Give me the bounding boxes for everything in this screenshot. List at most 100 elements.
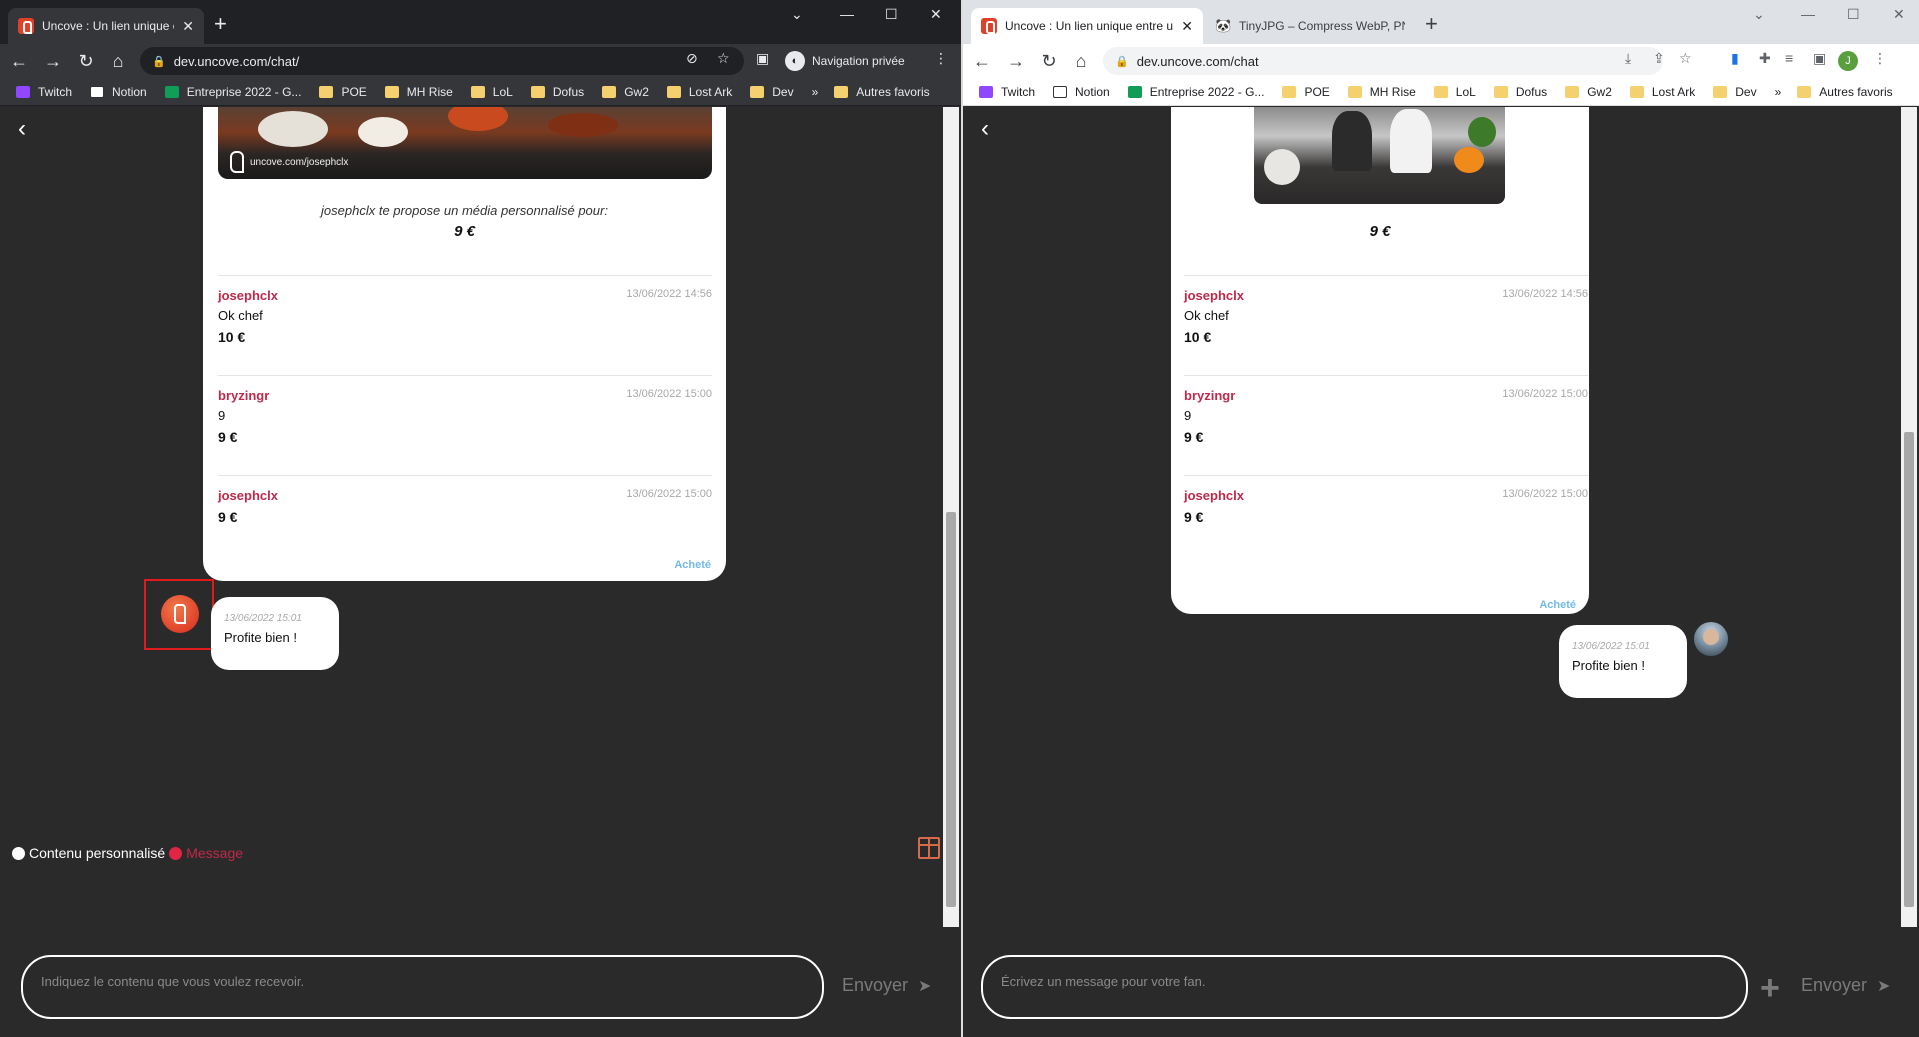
tab-uncove[interactable]: Uncove : Un lien unique entre un ✕ — [8, 8, 204, 44]
new-tab-button[interactable]: + — [214, 12, 227, 36]
plus-icon[interactable]: + — [1760, 971, 1780, 1005]
browser-toolbar: ← → ↻ ⌂ 🔒 dev.uncove.com/chat/ ⊘ ☆ ▣ ◐ N… — [0, 44, 961, 78]
install-app-icon[interactable]: ⤓ — [1625, 50, 1631, 67]
custom-content-input[interactable] — [41, 969, 761, 993]
offer-timestamp: 13/06/2022 15:00 — [1502, 488, 1588, 500]
puzzle-extensions-icon[interactable]: ✚ — [1759, 50, 1771, 67]
bookmark-dev[interactable]: Dev — [750, 85, 794, 99]
address-bar[interactable]: 🔒 dev.uncove.com/chat/ — [140, 47, 744, 75]
mode-message-label[interactable]: Message — [186, 845, 243, 861]
incognito-badge[interactable]: ◐ Navigation privée — [782, 49, 915, 73]
close-tab-icon[interactable]: ✕ — [182, 18, 194, 35]
message-input[interactable] — [1001, 969, 1688, 993]
share-icon[interactable]: ⇪ — [1653, 50, 1665, 67]
bookmark-other-favorites[interactable]: Autres favoris — [1797, 85, 1893, 99]
close-window-button[interactable]: ✕ — [1893, 6, 1905, 23]
bookmark-twitch[interactable]: Twitch — [16, 85, 72, 99]
bookmark-star-icon[interactable]: ☆ — [717, 50, 730, 67]
folder-icon — [530, 85, 545, 98]
extension-icon[interactable]: ▮ — [1731, 50, 1739, 67]
maximize-button[interactable]: ☐ — [885, 6, 898, 23]
bookmark-dofus[interactable]: Dofus — [1493, 85, 1547, 99]
offer-username[interactable]: bryzingr — [218, 388, 269, 403]
bookmark-poe[interactable]: POE — [1282, 85, 1330, 99]
bookmarks-bar: Twitch Notion Entreprise 2022 - G... POE… — [0, 78, 961, 106]
bookmark-lol[interactable]: LoL — [1433, 85, 1476, 99]
tab-title: Uncove : Un lien unique entre un — [1005, 19, 1174, 33]
gift-icon[interactable] — [918, 837, 940, 859]
tab-tinyjpg[interactable]: 🐼 TinyJPG – Compress WebP, PNG — [1205, 8, 1415, 44]
close-tab-icon[interactable]: ✕ — [1181, 18, 1193, 35]
maximize-button[interactable]: ☐ — [1847, 6, 1860, 23]
media-queue-icon[interactable]: ≡ — [1785, 50, 1793, 66]
home-icon[interactable]: ⌂ — [107, 50, 129, 72]
reload-icon[interactable]: ↻ — [75, 50, 97, 72]
offer-username[interactable]: bryzingr — [1184, 388, 1235, 403]
offer-item: josephclx 13/06/2022 15:00 9 € — [218, 475, 712, 555]
menu-kebab-icon[interactable]: ⋮ — [934, 50, 948, 67]
offer-amount: 10 € — [1184, 329, 1212, 345]
radio-custom-content[interactable] — [12, 846, 25, 860]
bookmark-notion[interactable]: Notion — [90, 85, 147, 99]
chevron-left-icon[interactable]: ‹ — [18, 115, 26, 143]
bookmark-dofus[interactable]: Dofus — [530, 85, 584, 99]
profile-avatar[interactable]: J — [1838, 51, 1858, 71]
bookmark-lost-ark[interactable]: Lost Ark — [666, 85, 732, 99]
offer-username[interactable]: josephclx — [1184, 288, 1244, 303]
send-button[interactable]: Envoyer ➤ — [842, 975, 931, 996]
home-icon[interactable]: ⌂ — [1070, 50, 1092, 72]
forward-arrow-icon[interactable]: → — [42, 50, 64, 72]
bookmark-gw2[interactable]: Gw2 — [1565, 85, 1612, 99]
menu-kebab-icon[interactable]: ⋮ — [1873, 50, 1887, 67]
scrollbar[interactable] — [1901, 107, 1917, 927]
bookmark-dev[interactable]: Dev — [1713, 85, 1757, 99]
tab-search-icon[interactable]: ⌄ — [791, 6, 803, 23]
scrollbar-thumb[interactable] — [1904, 432, 1914, 907]
mode-custom-label[interactable]: Contenu personnalisé — [29, 845, 165, 861]
bookmark-lol[interactable]: LoL — [470, 85, 513, 99]
back-arrow-icon[interactable]: ← — [971, 50, 993, 72]
back-arrow-icon[interactable]: ← — [8, 50, 30, 72]
bookmark-mh-rise[interactable]: MH Rise — [384, 85, 453, 99]
new-tab-button[interactable]: + — [1425, 12, 1438, 36]
bookmark-mh-rise[interactable]: MH Rise — [1347, 85, 1416, 99]
scrollbar-thumb[interactable] — [946, 512, 956, 907]
forward-arrow-icon[interactable]: → — [1005, 50, 1027, 72]
proposal-text: josephclx te propose un média personnali… — [321, 203, 608, 218]
bookmark-twitch[interactable]: Twitch — [979, 85, 1035, 99]
minimize-button[interactable]: — — [840, 6, 854, 22]
media-preview-image[interactable] — [1254, 107, 1505, 204]
media-preview-image[interactable]: uncove.com/josephclx — [218, 107, 712, 179]
scrollbar[interactable] — [943, 107, 959, 927]
bookmark-star-icon[interactable]: ☆ — [1679, 50, 1692, 67]
bookmark-notion[interactable]: Notion — [1053, 85, 1110, 99]
tracking-blocked-icon[interactable]: ⊘ — [686, 50, 698, 67]
offer-username[interactable]: josephclx — [1184, 488, 1244, 503]
minimize-button[interactable]: — — [1801, 6, 1815, 22]
send-button[interactable]: Envoyer ➤ — [1801, 975, 1890, 996]
tab-search-icon[interactable]: ⌄ — [1753, 6, 1765, 23]
bookmark-lost-ark[interactable]: Lost Ark — [1629, 85, 1695, 99]
folder-icon — [1282, 85, 1297, 98]
side-panel-icon[interactable]: ▣ — [756, 50, 769, 67]
folder-icon — [750, 85, 765, 98]
address-bar[interactable]: 🔒 dev.uncove.com/chat — [1103, 47, 1663, 75]
bookmark-gw2[interactable]: Gw2 — [602, 85, 649, 99]
close-window-button[interactable]: ✕ — [930, 6, 942, 23]
bookmark-other-favorites[interactable]: Autres favoris — [834, 85, 930, 99]
offer-username[interactable]: josephclx — [218, 288, 278, 303]
bookmark-entreprise[interactable]: Entreprise 2022 - G... — [164, 85, 301, 99]
bookmark-entreprise[interactable]: Entreprise 2022 - G... — [1127, 85, 1264, 99]
reload-icon[interactable]: ↻ — [1038, 50, 1060, 72]
bookmarks-overflow-icon[interactable]: » — [1775, 85, 1782, 99]
bookmarks-overflow-icon[interactable]: » — [812, 85, 819, 99]
side-panel-icon[interactable]: ▣ — [1813, 50, 1826, 67]
offer-username[interactable]: josephclx — [218, 488, 278, 503]
mode-selector: Contenu personnalisé Message — [12, 845, 247, 861]
radio-message[interactable] — [169, 846, 183, 860]
paper-plane-icon: ➤ — [918, 977, 932, 995]
tab-uncove[interactable]: Uncove : Un lien unique entre un ✕ — [971, 8, 1203, 44]
bookmark-poe[interactable]: POE — [319, 85, 367, 99]
uncove-logo-icon — [230, 151, 244, 173]
chevron-left-icon[interactable]: ‹ — [981, 115, 989, 143]
